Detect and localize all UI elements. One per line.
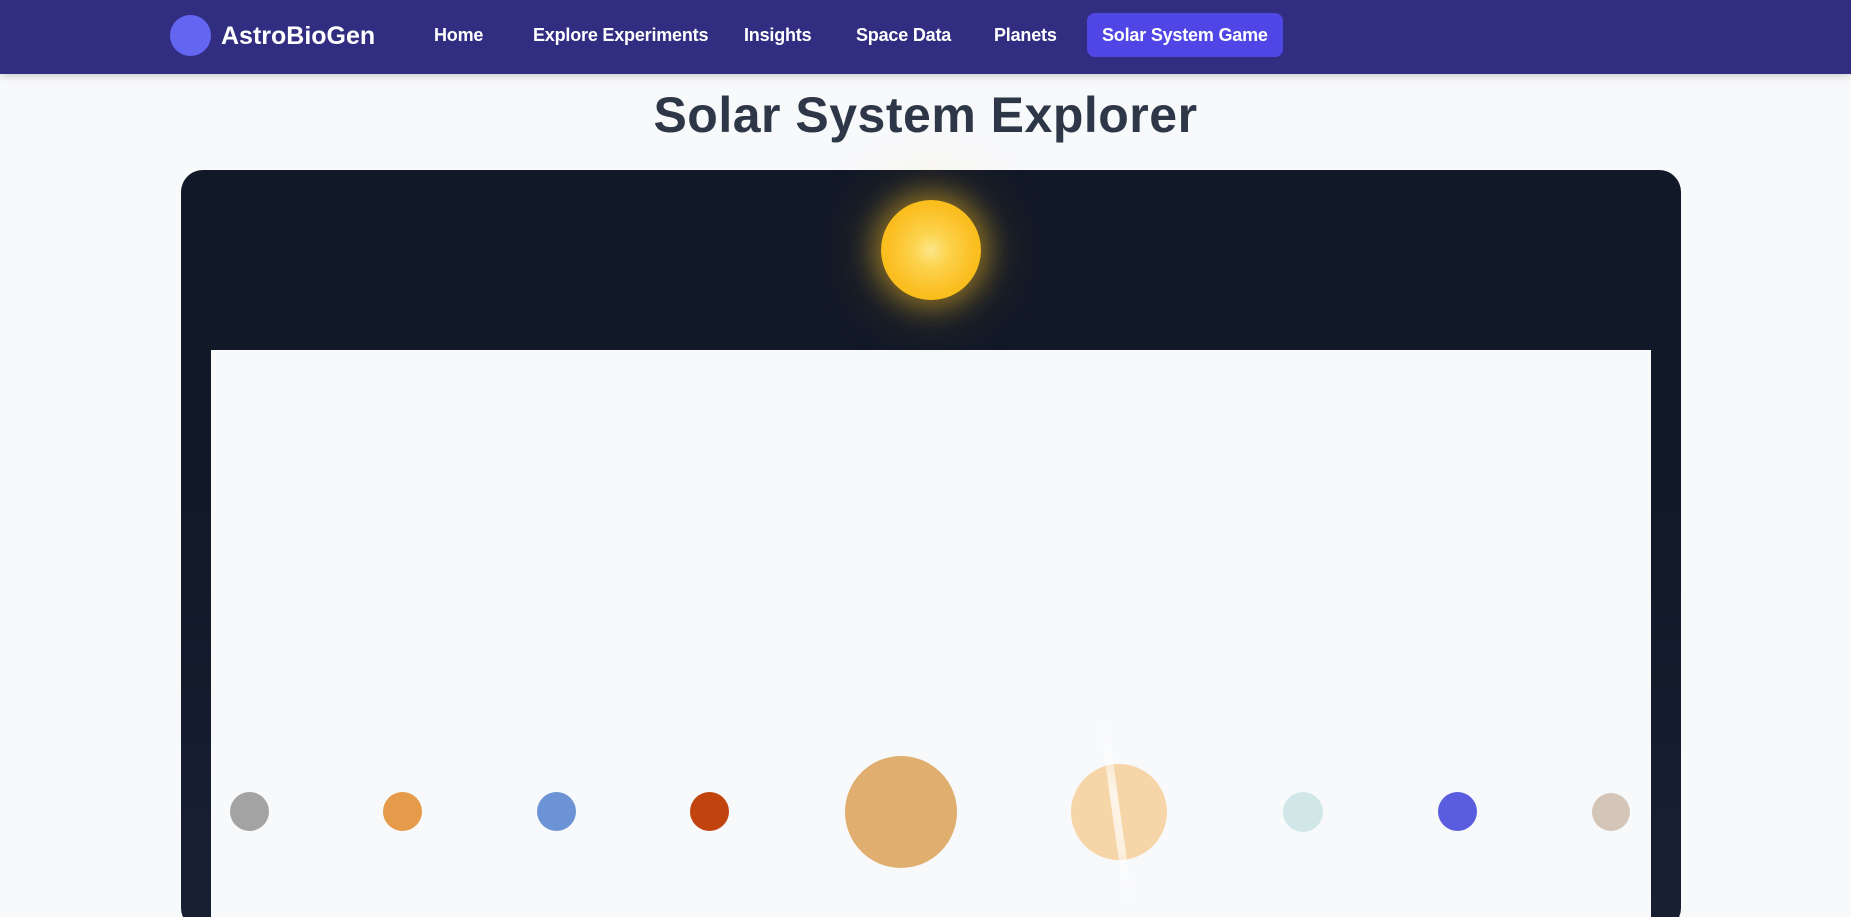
- nav-space-data[interactable]: Space Data: [856, 13, 951, 57]
- nav-explore-experiments[interactable]: Explore Experiments: [533, 13, 708, 57]
- nav-solar-system-game[interactable]: Solar System Game: [1087, 13, 1283, 57]
- planet-neptune[interactable]: [1438, 792, 1477, 831]
- page-title: Solar System Explorer: [653, 87, 1198, 143]
- brand-logo-icon[interactable]: [170, 15, 211, 56]
- sun-icon[interactable]: [881, 200, 981, 300]
- nav-home[interactable]: Home: [434, 13, 483, 57]
- planet-venus[interactable]: [383, 792, 422, 831]
- nav-insights[interactable]: Insights: [744, 13, 812, 57]
- brand-name[interactable]: AstroBioGen: [221, 19, 375, 53]
- top-navbar: AstroBioGen Home Explore Experiments Ins…: [0, 0, 1851, 74]
- planet-mars[interactable]: [690, 792, 729, 831]
- planet-pluto[interactable]: [1592, 793, 1630, 831]
- nav-planets[interactable]: Planets: [994, 13, 1057, 57]
- planet-jupiter[interactable]: [845, 756, 957, 868]
- planet-earth[interactable]: [537, 792, 576, 831]
- planet-mercury[interactable]: [230, 792, 269, 831]
- planet-uranus[interactable]: [1283, 792, 1323, 832]
